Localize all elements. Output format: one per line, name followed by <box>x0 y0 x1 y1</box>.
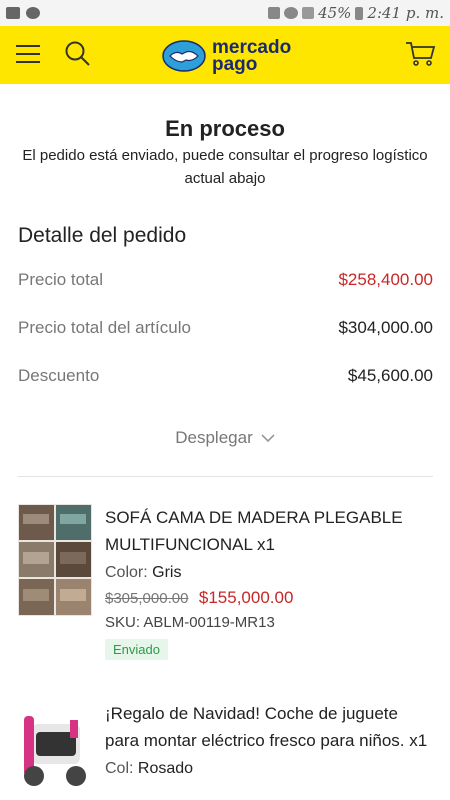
cart-icon <box>406 42 436 66</box>
search-button[interactable] <box>64 40 92 68</box>
items-total-value: $304,000.00 <box>338 318 433 337</box>
status-badge: Enviado <box>105 639 168 660</box>
teams-icon <box>6 7 20 19</box>
handshake-logo-icon <box>162 40 206 72</box>
menu-button[interactable] <box>16 41 42 67</box>
status-bar: 45% 2:41 p. m. <box>0 0 450 26</box>
sku-value: ABLM-00119-MR13 <box>143 614 275 631</box>
attribute-key: Color: <box>105 564 148 581</box>
attribute-value: Gris <box>152 564 182 581</box>
product-name: ¡Regalo de Navidad! Coche de juguete par… <box>105 704 428 750</box>
mercado-pago-logo[interactable]: mercado pago <box>162 36 291 76</box>
total-price-row: Precio total $258,400.00 <box>18 270 433 290</box>
clock: 2:41 p. m. <box>367 4 444 22</box>
sku-label: SKU: <box>105 614 141 631</box>
discount-value: $45,600.00 <box>347 366 433 385</box>
old-price: $305,000.00 <box>105 590 189 607</box>
attribute-key: Col: <box>105 760 134 777</box>
order-status-title: En proceso <box>165 116 285 141</box>
order-detail-title: Detalle del pedido <box>18 224 187 247</box>
order-status-description: El pedido está enviado, puede consultar … <box>22 147 428 187</box>
expand-button[interactable]: Desplegar <box>0 428 450 448</box>
cart-button[interactable] <box>404 40 436 68</box>
battery-text: 45% <box>318 4 352 22</box>
logo-text-pago: pago <box>212 54 258 75</box>
signal-icon <box>302 7 315 19</box>
wifi-icon <box>284 7 299 19</box>
attribute-value: Rosado <box>137 760 194 777</box>
product-thumbnail <box>18 710 92 790</box>
product-attribute: Color: Gris <box>105 564 435 582</box>
product-thumbnail <box>18 504 92 616</box>
product-prices: $305,000.00 $155,000.00 <box>105 588 435 608</box>
current-price: $155,000.00 <box>198 588 294 607</box>
product-attribute: Col: Rosado <box>105 760 435 778</box>
app-header: mercado pago <box>0 26 450 84</box>
divider <box>18 476 433 477</box>
hamburger-icon <box>16 45 40 47</box>
total-price-label: Precio total <box>18 270 104 289</box>
battery-icon <box>355 6 364 20</box>
total-price-value: $258,400.00 <box>338 270 433 289</box>
expand-label: Desplegar <box>175 428 253 447</box>
search-icon <box>65 41 90 66</box>
discount-label: Descuento <box>18 366 100 385</box>
snapchat-icon <box>26 7 40 19</box>
product-name: SOFÁ CAMA DE MADERA PLEGABLE MULTIFUNCIO… <box>105 508 403 554</box>
discount-row: Descuento $45,600.00 <box>18 366 433 386</box>
product-sku: SKU: ABLM-00119-MR13 <box>105 614 435 631</box>
chevron-down-icon <box>261 434 275 443</box>
mute-icon <box>268 7 281 19</box>
items-total-label: Precio total del artículo <box>18 318 191 337</box>
items-total-row: Precio total del artículo $304,000.00 <box>18 318 433 338</box>
